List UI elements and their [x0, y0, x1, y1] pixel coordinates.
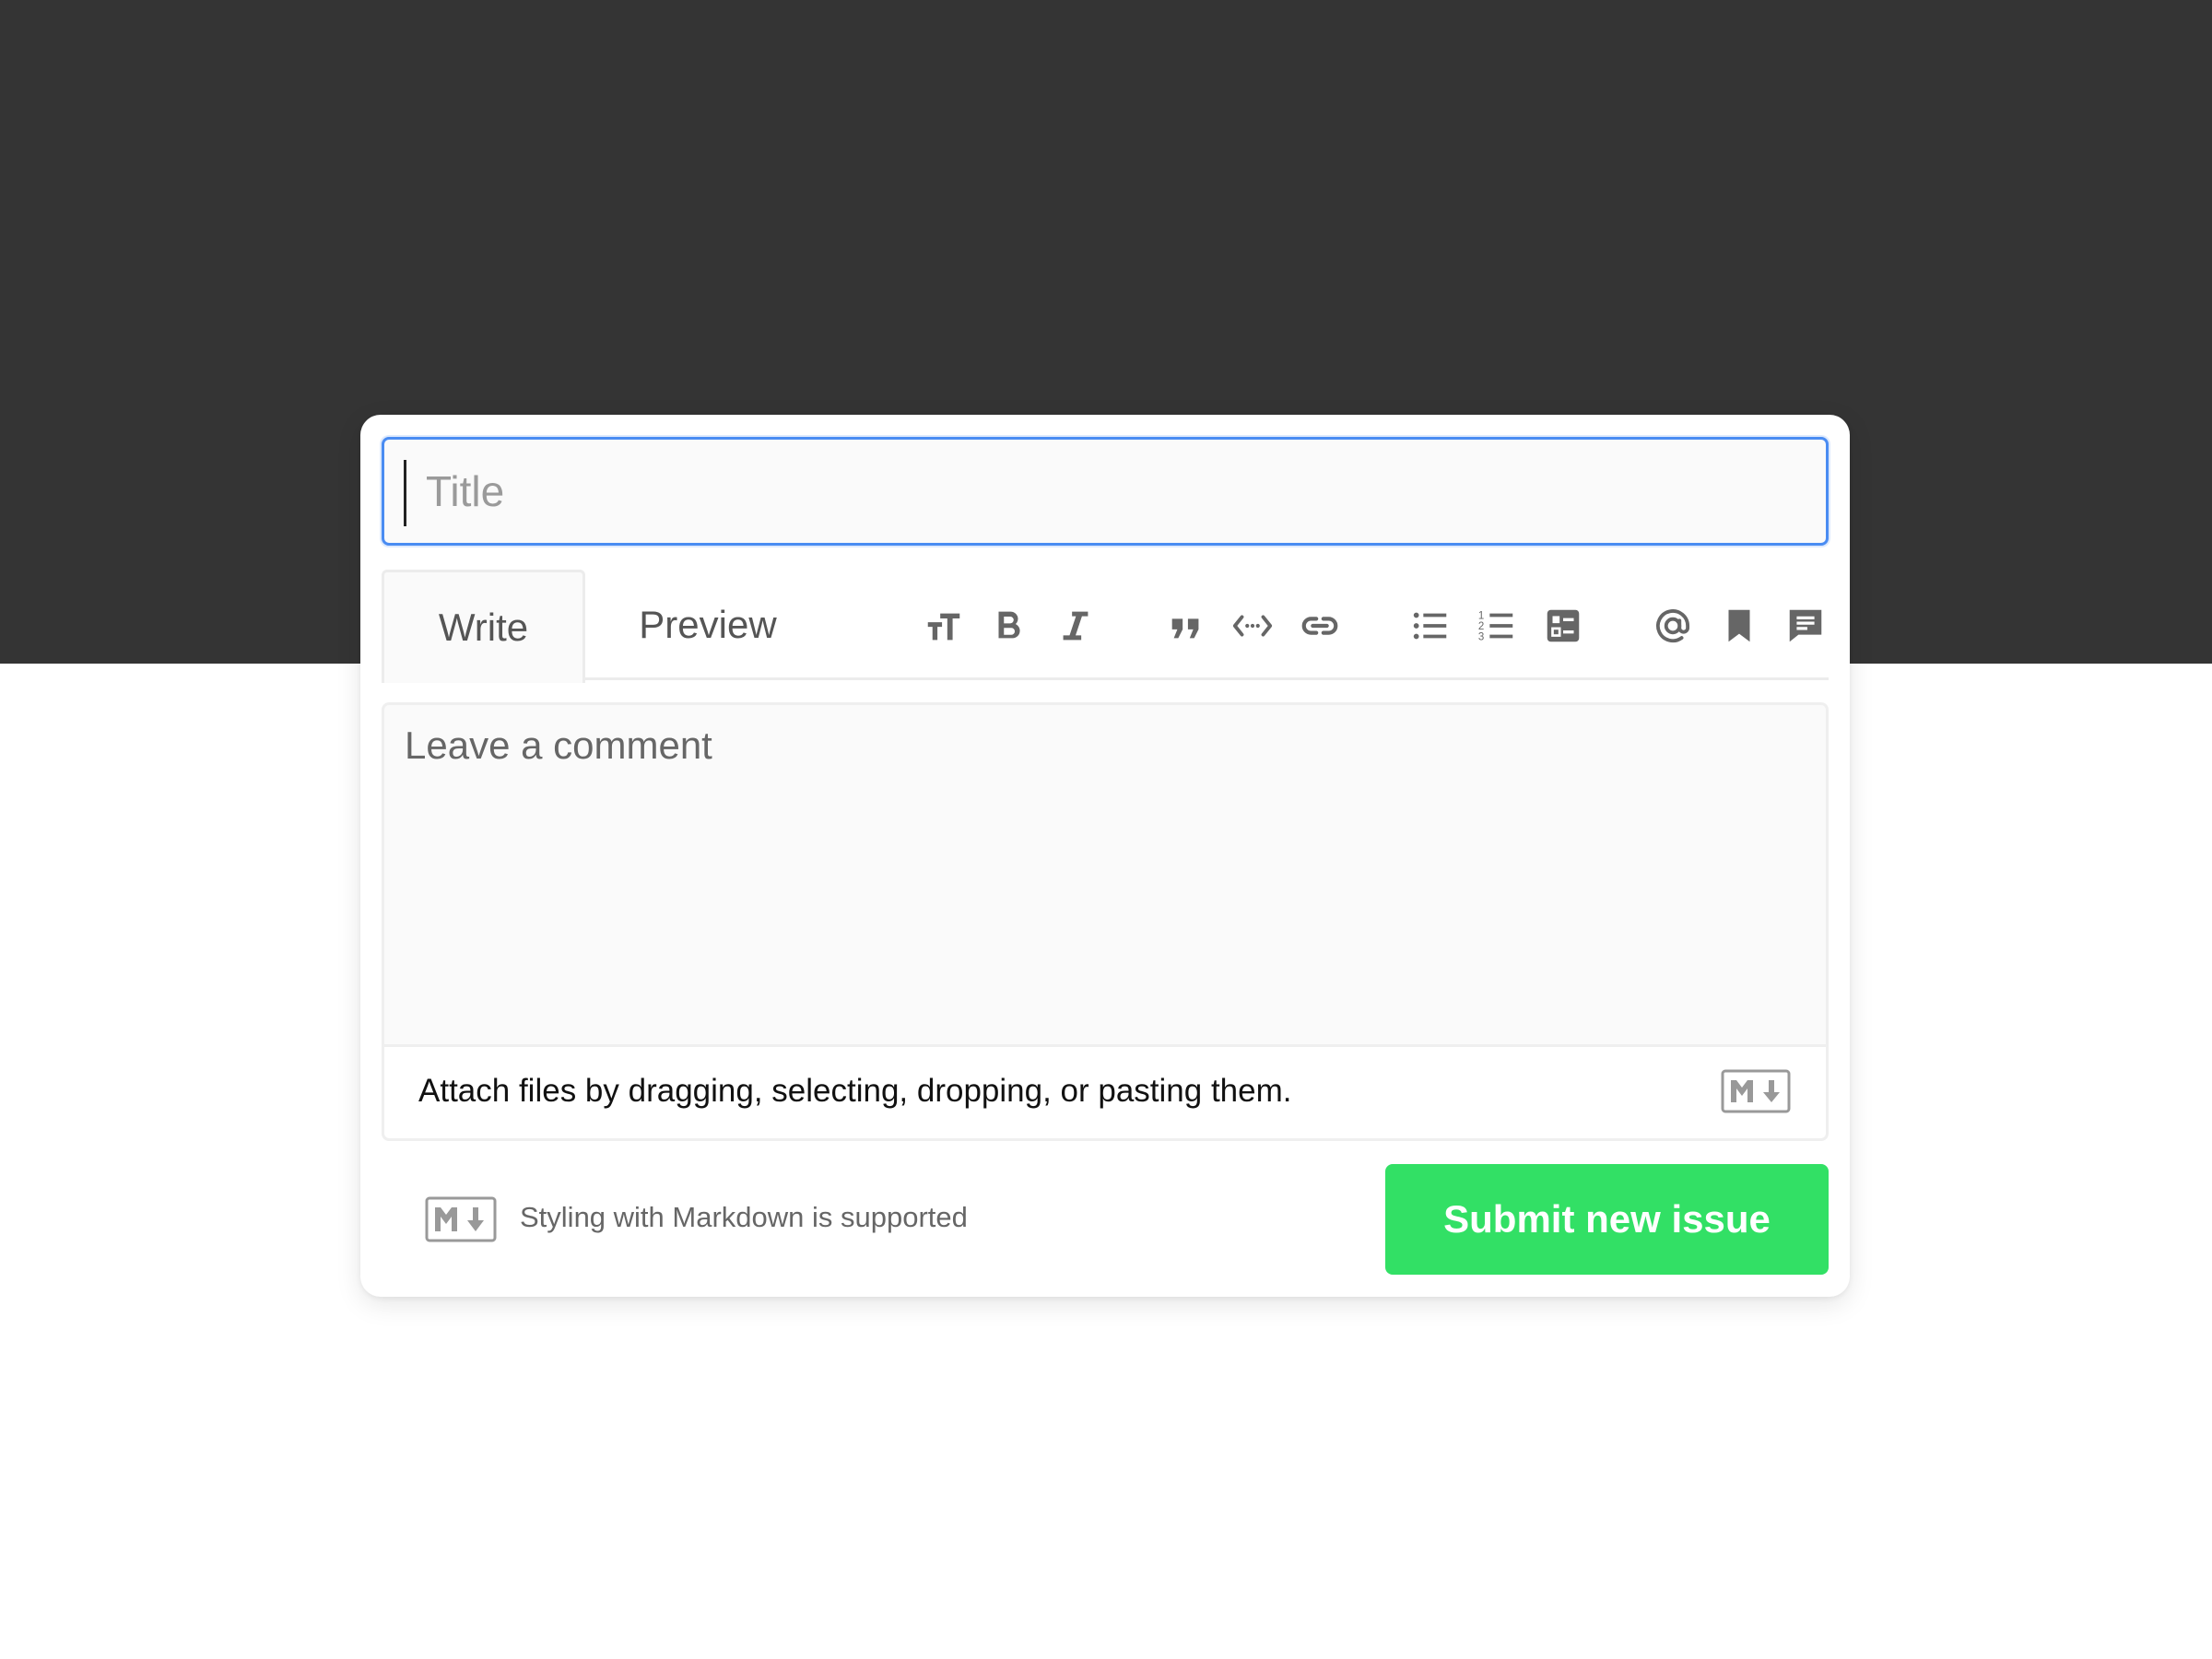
- code-button[interactable]: [1228, 601, 1277, 651]
- title-field[interactable]: [382, 437, 1829, 546]
- quote-icon: [1171, 618, 1199, 639]
- new-issue-form: Write Preview: [360, 415, 1850, 1297]
- tab-preview[interactable]: Preview: [606, 570, 809, 680]
- svg-text:2: 2: [1478, 621, 1484, 632]
- attach-files-bar[interactable]: Attach files by dragging, selecting, dro…: [384, 1044, 1826, 1138]
- mention-icon: [1656, 609, 1690, 643]
- saved-reply-icon: [1789, 609, 1822, 642]
- editor-tabs-toolbar: Write Preview 1 2 3: [382, 570, 1830, 683]
- task-list-button[interactable]: [1538, 601, 1588, 651]
- saved-reply-button[interactable]: [1781, 601, 1830, 651]
- bold-button[interactable]: [984, 601, 1034, 651]
- bookmark-button[interactable]: [1714, 601, 1764, 651]
- link-icon: [1301, 617, 1338, 635]
- mention-button[interactable]: [1648, 601, 1698, 651]
- bulleted-list-button[interactable]: [1406, 601, 1455, 651]
- svg-text:3: 3: [1478, 631, 1484, 642]
- text-size-icon: [927, 613, 960, 641]
- markdown-icon: [1721, 1069, 1791, 1113]
- italic-button[interactable]: [1051, 601, 1100, 651]
- markdown-support-note: Styling with Markdown is supported: [520, 1201, 968, 1233]
- bold-icon: [998, 611, 1020, 639]
- code-icon: [1232, 615, 1273, 637]
- bulleted-list-icon: [1413, 612, 1447, 640]
- comment-box: Attach files by dragging, selecting, dro…: [382, 702, 1829, 1141]
- text-size-button[interactable]: [919, 601, 969, 651]
- submit-new-issue-button[interactable]: Submit new issue: [1385, 1164, 1829, 1275]
- svg-text:1: 1: [1478, 610, 1484, 621]
- text-caret: [404, 460, 406, 526]
- link-button[interactable]: [1295, 601, 1345, 651]
- numbered-list-icon: 1 2 3: [1478, 610, 1513, 642]
- title-input[interactable]: [426, 454, 1799, 528]
- task-list-icon: [1547, 609, 1580, 642]
- comment-textarea[interactable]: [384, 705, 1826, 1044]
- italic-icon: [1063, 611, 1088, 641]
- tab-write[interactable]: Write: [382, 570, 585, 683]
- numbered-list-button[interactable]: 1 2 3: [1472, 601, 1522, 651]
- attach-files-text: Attach files by dragging, selecting, dro…: [418, 1073, 1292, 1109]
- bookmark-icon: [1728, 609, 1750, 642]
- markdown-icon: [425, 1196, 497, 1242]
- quote-button[interactable]: [1161, 601, 1211, 651]
